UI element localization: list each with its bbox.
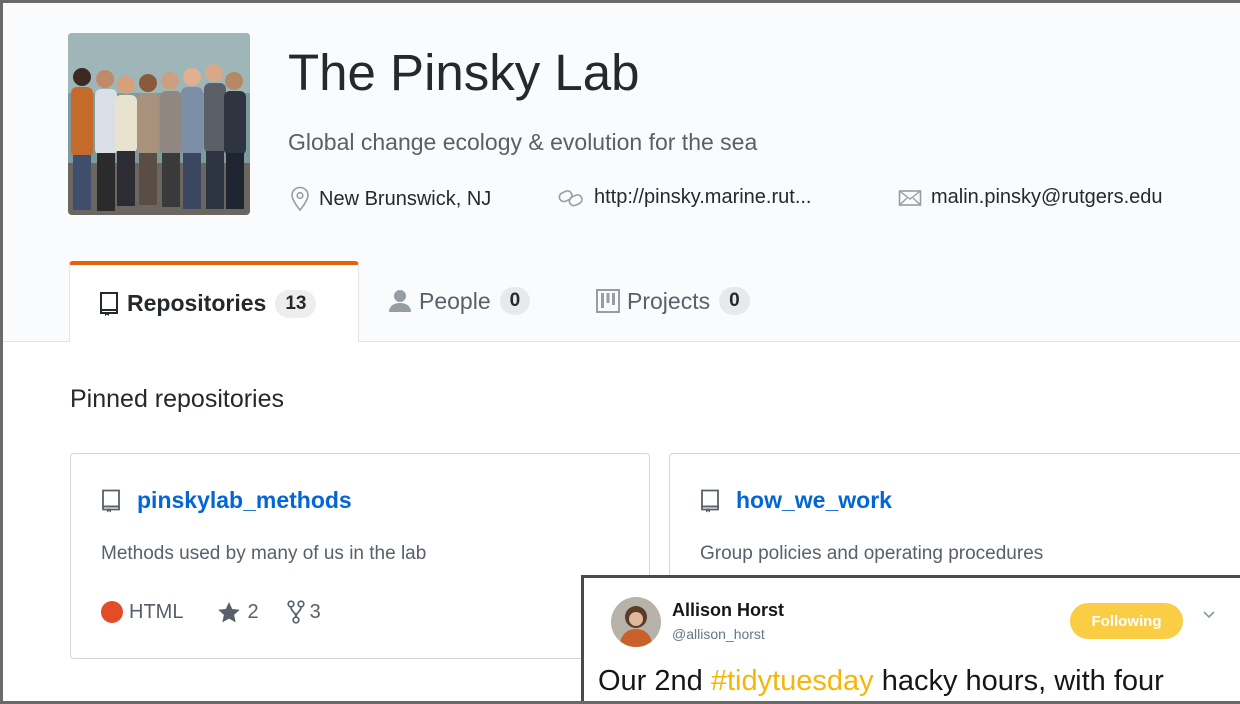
location-text: New Brunswick, NJ	[319, 187, 492, 210]
tab-repositories[interactable]: Repositories 13	[69, 261, 359, 342]
tab-repositories-label: Repositories	[127, 290, 267, 316]
language-color-dot	[101, 601, 123, 623]
org-avatar[interactable]	[68, 33, 250, 215]
tweet-author-name[interactable]: Allison Horst	[672, 600, 784, 621]
tweet-text-start: Our 2nd	[598, 665, 711, 697]
tab-projects-label: Projects	[627, 287, 711, 314]
org-description: Global change ecology & evolution for th…	[288, 129, 758, 155]
tab-projects-count: 0	[719, 287, 750, 315]
tab-people[interactable]: People 0	[388, 261, 531, 341]
website-link[interactable]: http://pinsky.marine.rut...	[594, 186, 812, 209]
tab-projects[interactable]: Projects 0	[596, 261, 750, 341]
project-icon	[596, 289, 620, 313]
stars-count: 2	[247, 600, 259, 623]
tweet-card: Allison Horst @allison_horst Following O…	[581, 575, 1240, 701]
tab-people-count: 0	[499, 287, 531, 315]
repo-name[interactable]: how_we_work	[736, 487, 892, 514]
org-email[interactable]: malin.pinsky@rutgers.edu	[898, 186, 1163, 209]
mail-icon	[898, 189, 922, 206]
chevron-down-icon[interactable]	[1202, 610, 1216, 620]
tab-people-label: People	[419, 287, 491, 314]
repo-link[interactable]: how_we_work	[700, 487, 892, 514]
location-icon	[291, 186, 309, 212]
repo-icon	[701, 489, 719, 512]
tweet-author-handle[interactable]: @allison_horst	[672, 626, 765, 642]
repo-icon	[100, 291, 118, 316]
repo-forks[interactable]: 3	[286, 600, 321, 624]
tweet-text-end: hacky hours, with four	[873, 665, 1164, 697]
tweet-avatar[interactable]	[611, 597, 661, 647]
org-header: The Pinsky Lab Global change ecology & e…	[3, 3, 1240, 342]
link-icon	[558, 189, 583, 206]
repo-meta: HTML 2 3	[101, 600, 321, 624]
tweet-text: Our 2nd #tidytuesday hacky hours, with f…	[598, 662, 1164, 700]
repo-description: Group policies and operating procedures	[700, 543, 1044, 564]
tweet-hashtag[interactable]: #tidytuesday	[711, 665, 874, 697]
star-icon	[218, 601, 241, 622]
repo-name[interactable]: pinskylab_methods	[137, 487, 352, 514]
repo-description: Methods used by many of us in the lab	[101, 543, 427, 564]
org-name: The Pinsky Lab	[288, 44, 640, 101]
following-button[interactable]: Following	[1070, 603, 1183, 639]
person-icon	[389, 290, 411, 312]
org-website[interactable]: http://pinsky.marine.rut...	[557, 186, 812, 209]
fork-icon	[286, 600, 305, 624]
page-frame: The Pinsky Lab Global change ecology & e…	[0, 0, 1240, 704]
repo-stars[interactable]: 2	[217, 600, 259, 624]
forks-count: 3	[309, 600, 321, 623]
pinned-repositories-heading: Pinned repositories	[70, 385, 285, 413]
email-link[interactable]: malin.pinsky@rutgers.edu	[931, 186, 1163, 209]
repo-link[interactable]: pinskylab_methods	[101, 487, 352, 514]
org-location: New Brunswick, NJ	[290, 186, 491, 212]
repo-language: HTML	[129, 600, 184, 623]
pinned-repo-card: pinskylab_methods Methods used by many o…	[70, 453, 650, 659]
tab-repositories-count: 13	[275, 289, 317, 318]
repo-icon	[102, 489, 120, 512]
